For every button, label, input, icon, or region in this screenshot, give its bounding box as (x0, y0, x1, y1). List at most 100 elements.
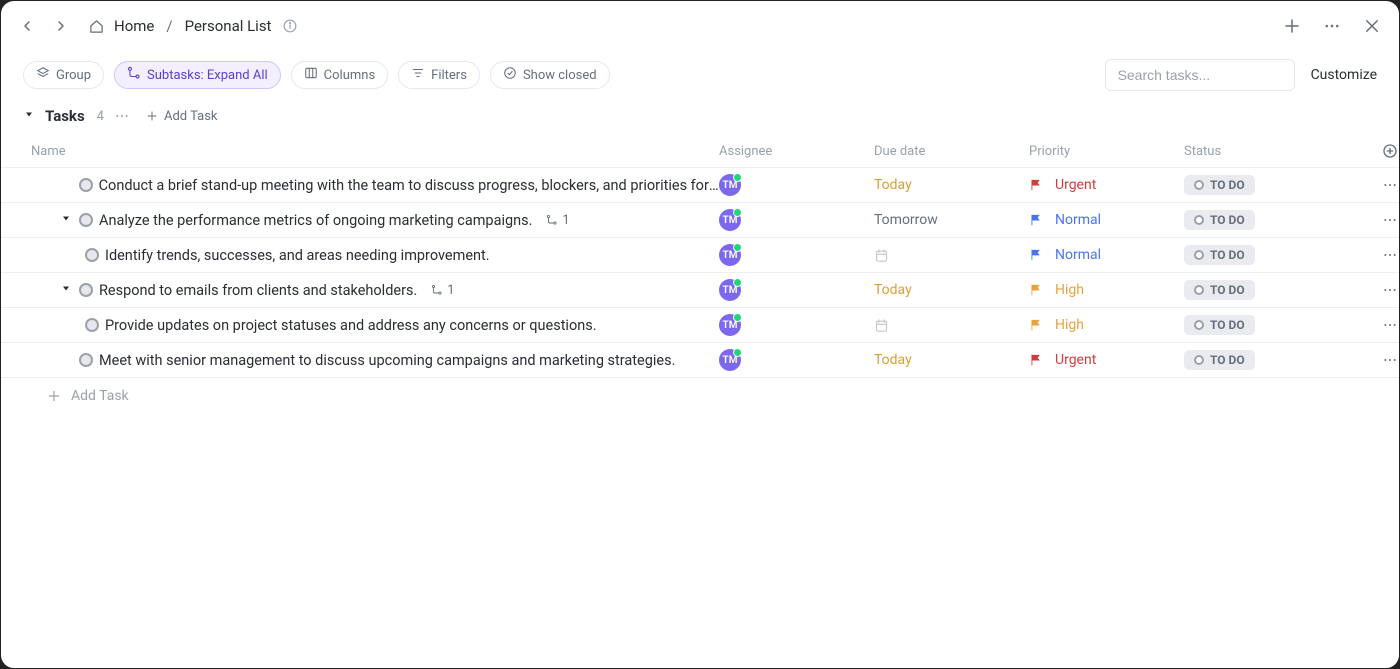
table-row[interactable]: Conduct a brief stand-up meeting with th… (1, 168, 1399, 203)
nav-arrows (19, 18, 69, 34)
add-icon[interactable] (1283, 17, 1301, 35)
status-cell[interactable]: TO DO (1184, 280, 1354, 300)
customize-button[interactable]: Customize (1311, 67, 1377, 83)
status-circle-icon[interactable] (79, 178, 93, 192)
row-more-icon[interactable] (1382, 317, 1398, 333)
status-cell[interactable]: TO DO (1184, 210, 1354, 230)
status-cell[interactable]: TO DO (1184, 245, 1354, 265)
priority-cell[interactable]: High (1029, 317, 1184, 333)
nav-back-icon[interactable] (19, 18, 35, 34)
col-priority[interactable]: Priority (1029, 144, 1184, 159)
due-date-cell[interactable]: Today (874, 352, 1029, 368)
avatar[interactable]: TM (719, 174, 741, 196)
status-value: TO DO (1210, 318, 1245, 332)
assignee-cell[interactable]: TM (719, 349, 874, 371)
status-cell[interactable]: TO DO (1184, 315, 1354, 335)
priority-cell[interactable]: Urgent (1029, 352, 1184, 368)
status-circle-icon[interactable] (85, 318, 99, 332)
status-chip[interactable]: TO DO (1184, 315, 1255, 335)
priority-cell[interactable]: High (1029, 282, 1184, 298)
task-name-cell[interactable]: Provide updates on project statuses and … (19, 317, 719, 334)
avatar[interactable]: TM (719, 314, 741, 336)
close-icon[interactable] (1363, 17, 1381, 35)
group-label: Group (56, 68, 91, 83)
avatar[interactable]: TM (719, 244, 741, 266)
status-circle-icon[interactable] (79, 213, 93, 227)
table-row[interactable]: Respond to emails from clients and stake… (1, 273, 1399, 308)
flag-icon (1029, 283, 1043, 297)
col-name[interactable]: Name (19, 144, 719, 159)
status-chip[interactable]: TO DO (1184, 245, 1255, 265)
assignee-cell[interactable]: TM (719, 279, 874, 301)
filter-icon (411, 66, 425, 84)
row-more-icon[interactable] (1382, 352, 1398, 368)
status-circle-icon[interactable] (79, 353, 93, 367)
row-more-icon[interactable] (1382, 282, 1398, 298)
table-row[interactable]: Meet with senior management to discuss u… (1, 343, 1399, 378)
show-closed-label: Show closed (523, 68, 597, 83)
add-column-icon[interactable] (1382, 143, 1398, 159)
nav-forward-icon[interactable] (53, 18, 69, 34)
status-chip[interactable]: TO DO (1184, 210, 1255, 230)
view-toolbar: Group Subtasks: Expand All Columns Filte… (1, 51, 1399, 99)
due-date-cell[interactable] (874, 248, 1029, 263)
avatar[interactable]: TM (719, 279, 741, 301)
priority-cell[interactable]: Normal (1029, 212, 1184, 228)
subtasks-chip[interactable]: Subtasks: Expand All (114, 61, 281, 89)
task-name-cell[interactable]: Conduct a brief stand-up meeting with th… (19, 177, 719, 194)
col-due-date[interactable]: Due date (874, 144, 1029, 159)
breadcrumb-home[interactable]: Home (114, 17, 154, 35)
avatar[interactable]: TM (719, 209, 741, 231)
breadcrumb: Home / Personal List (89, 17, 297, 35)
assignee-cell[interactable]: TM (719, 209, 874, 231)
more-icon[interactable] (1323, 17, 1341, 35)
assignee-cell[interactable]: TM (719, 244, 874, 266)
due-date-cell[interactable]: Today (874, 282, 1029, 298)
add-task-row[interactable]: Add Task (1, 378, 1399, 414)
search-input[interactable] (1105, 59, 1295, 91)
status-circle-icon[interactable] (79, 283, 93, 297)
table-row[interactable]: Provide updates on project statuses and … (1, 308, 1399, 343)
show-closed-chip[interactable]: Show closed (490, 61, 610, 89)
row-expand-icon[interactable] (59, 282, 73, 298)
group-chip[interactable]: Group (23, 61, 104, 89)
assignee-cell[interactable]: TM (719, 174, 874, 196)
table-row[interactable]: Analyze the performance metrics of ongoi… (1, 203, 1399, 238)
section-title: Tasks (45, 107, 85, 125)
section-more-icon[interactable] (114, 108, 130, 124)
row-more-icon[interactable] (1382, 247, 1398, 263)
home-icon[interactable] (89, 19, 104, 34)
status-chip[interactable]: TO DO (1184, 175, 1255, 195)
table-row[interactable]: Identify trends, successes, and areas ne… (1, 238, 1399, 273)
status-chip[interactable]: TO DO (1184, 280, 1255, 300)
row-more-icon[interactable] (1382, 177, 1398, 193)
due-date-cell[interactable]: Today (874, 177, 1029, 193)
section-header: Tasks 4 Add Task (1, 99, 1399, 135)
status-cell[interactable]: TO DO (1184, 175, 1354, 195)
task-name-cell[interactable]: Meet with senior management to discuss u… (19, 352, 719, 369)
due-date-value: Tomorrow (874, 212, 938, 228)
task-name-cell[interactable]: Respond to emails from clients and stake… (19, 282, 719, 299)
assignee-cell[interactable]: TM (719, 314, 874, 336)
info-icon[interactable] (283, 19, 297, 33)
priority-cell[interactable]: Normal (1029, 247, 1184, 263)
add-task-header-button[interactable]: Add Task (146, 109, 218, 124)
task-name-cell[interactable]: Identify trends, successes, and areas ne… (19, 247, 719, 264)
status-cell[interactable]: TO DO (1184, 350, 1354, 370)
due-date-cell[interactable] (874, 318, 1029, 333)
breadcrumb-current[interactable]: Personal List (185, 17, 272, 35)
filters-chip[interactable]: Filters (398, 61, 480, 89)
section-collapse-icon[interactable] (23, 108, 35, 124)
col-status[interactable]: Status (1184, 144, 1354, 159)
task-name-cell[interactable]: Analyze the performance metrics of ongoi… (19, 212, 719, 229)
row-more-icon[interactable] (1382, 212, 1398, 228)
due-date-cell[interactable]: Tomorrow (874, 212, 1029, 228)
col-assignee[interactable]: Assignee (719, 144, 874, 159)
status-circle-icon[interactable] (85, 248, 99, 262)
priority-cell[interactable]: Urgent (1029, 177, 1184, 193)
avatar[interactable]: TM (719, 349, 741, 371)
row-expand-icon[interactable] (59, 212, 73, 228)
layers-icon (36, 66, 50, 84)
status-chip[interactable]: TO DO (1184, 350, 1255, 370)
columns-chip[interactable]: Columns (291, 61, 389, 89)
